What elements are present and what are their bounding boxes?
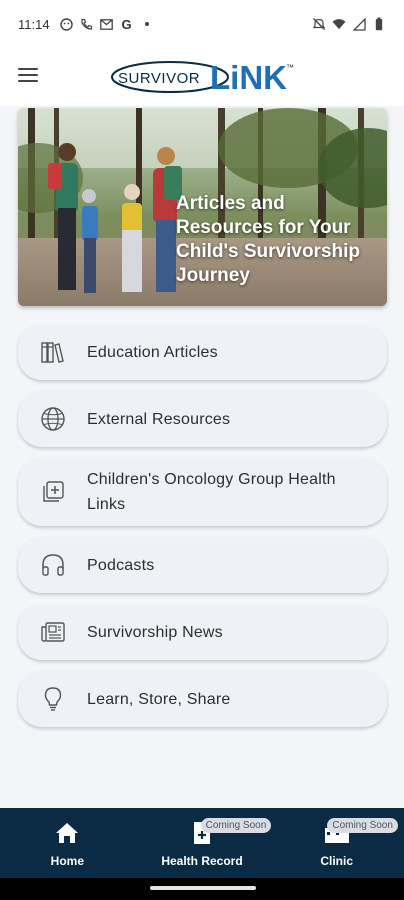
health-links-icon (40, 479, 66, 505)
menu-item-label: Podcasts (87, 556, 155, 574)
nav-label: Clinic (320, 854, 354, 868)
menu-item-education-articles[interactable]: Education Articles (18, 324, 387, 380)
menu-item-survivorship-news[interactable]: Survivorship News (18, 604, 387, 660)
menu-item-label: Survivorship News (87, 623, 223, 641)
face-icon (60, 17, 74, 31)
hero-title: Articles and Resources for Your Child's … (176, 193, 360, 286)
home-gesture-handle[interactable] (150, 886, 256, 890)
nav-home[interactable]: Home (0, 808, 135, 878)
call-icon (80, 17, 94, 31)
coming-soon-badge: Coming Soon (200, 818, 272, 833)
nav-label: Home (50, 854, 84, 868)
survivorlink-logo: SURVIVOR LiNK ™ (110, 58, 296, 96)
google-icon: G (121, 16, 132, 32)
gmail-icon (100, 17, 114, 31)
menu-item-learn-store-share[interactable]: Learn, Store, Share (18, 671, 387, 727)
menu-item-label: Children's Oncology Group Health Links (87, 471, 336, 513)
content-area: Articles and Resources for Your Child's … (0, 106, 404, 808)
dot-icon (140, 17, 154, 31)
nav-label: Health Record (161, 854, 243, 868)
menu-item-podcasts[interactable]: Podcasts (18, 537, 387, 593)
status-time: 11:14 (18, 16, 50, 32)
battery-icon (372, 17, 386, 31)
menu-item-label: Education Articles (87, 343, 218, 361)
app-header: SURVIVOR LiNK ™ (0, 48, 404, 106)
svg-text:™: ™ (286, 63, 294, 72)
lightbulb-icon (40, 686, 66, 712)
nav-health-record[interactable]: Health Record Coming Soon (135, 808, 272, 878)
gesture-bar (0, 878, 404, 900)
books-icon (40, 339, 66, 365)
headphones-icon (40, 552, 66, 578)
home-icon (54, 820, 80, 846)
menu-item-external-resources[interactable]: External Resources (18, 391, 387, 447)
wifi-icon (332, 17, 346, 31)
svg-text:LiNK: LiNK (210, 59, 287, 96)
bottom-navigation: Home Health Record Coming Soon Clinic Co… (0, 808, 404, 878)
svg-text:SURVIVOR: SURVIVOR (118, 70, 200, 87)
newspaper-icon (40, 619, 66, 645)
hamburger-menu-icon[interactable] (18, 68, 38, 84)
menu-item-label: External Resources (87, 410, 231, 428)
coming-soon-badge: Coming Soon (327, 818, 398, 833)
status-bar: 11:14 G (0, 0, 404, 48)
signal-icon (352, 17, 366, 31)
menu-item-label: Learn, Store, Share (87, 690, 231, 708)
hero-banner: Articles and Resources for Your Child's … (18, 108, 387, 306)
mute-icon (312, 17, 326, 31)
menu-item-cog-health-links[interactable]: Children's Oncology Group Health Links (18, 458, 387, 526)
nav-clinic[interactable]: Clinic Coming Soon (269, 808, 404, 878)
globe-icon (40, 406, 66, 432)
resource-menu: Education Articles External Resources Ch… (18, 324, 387, 738)
